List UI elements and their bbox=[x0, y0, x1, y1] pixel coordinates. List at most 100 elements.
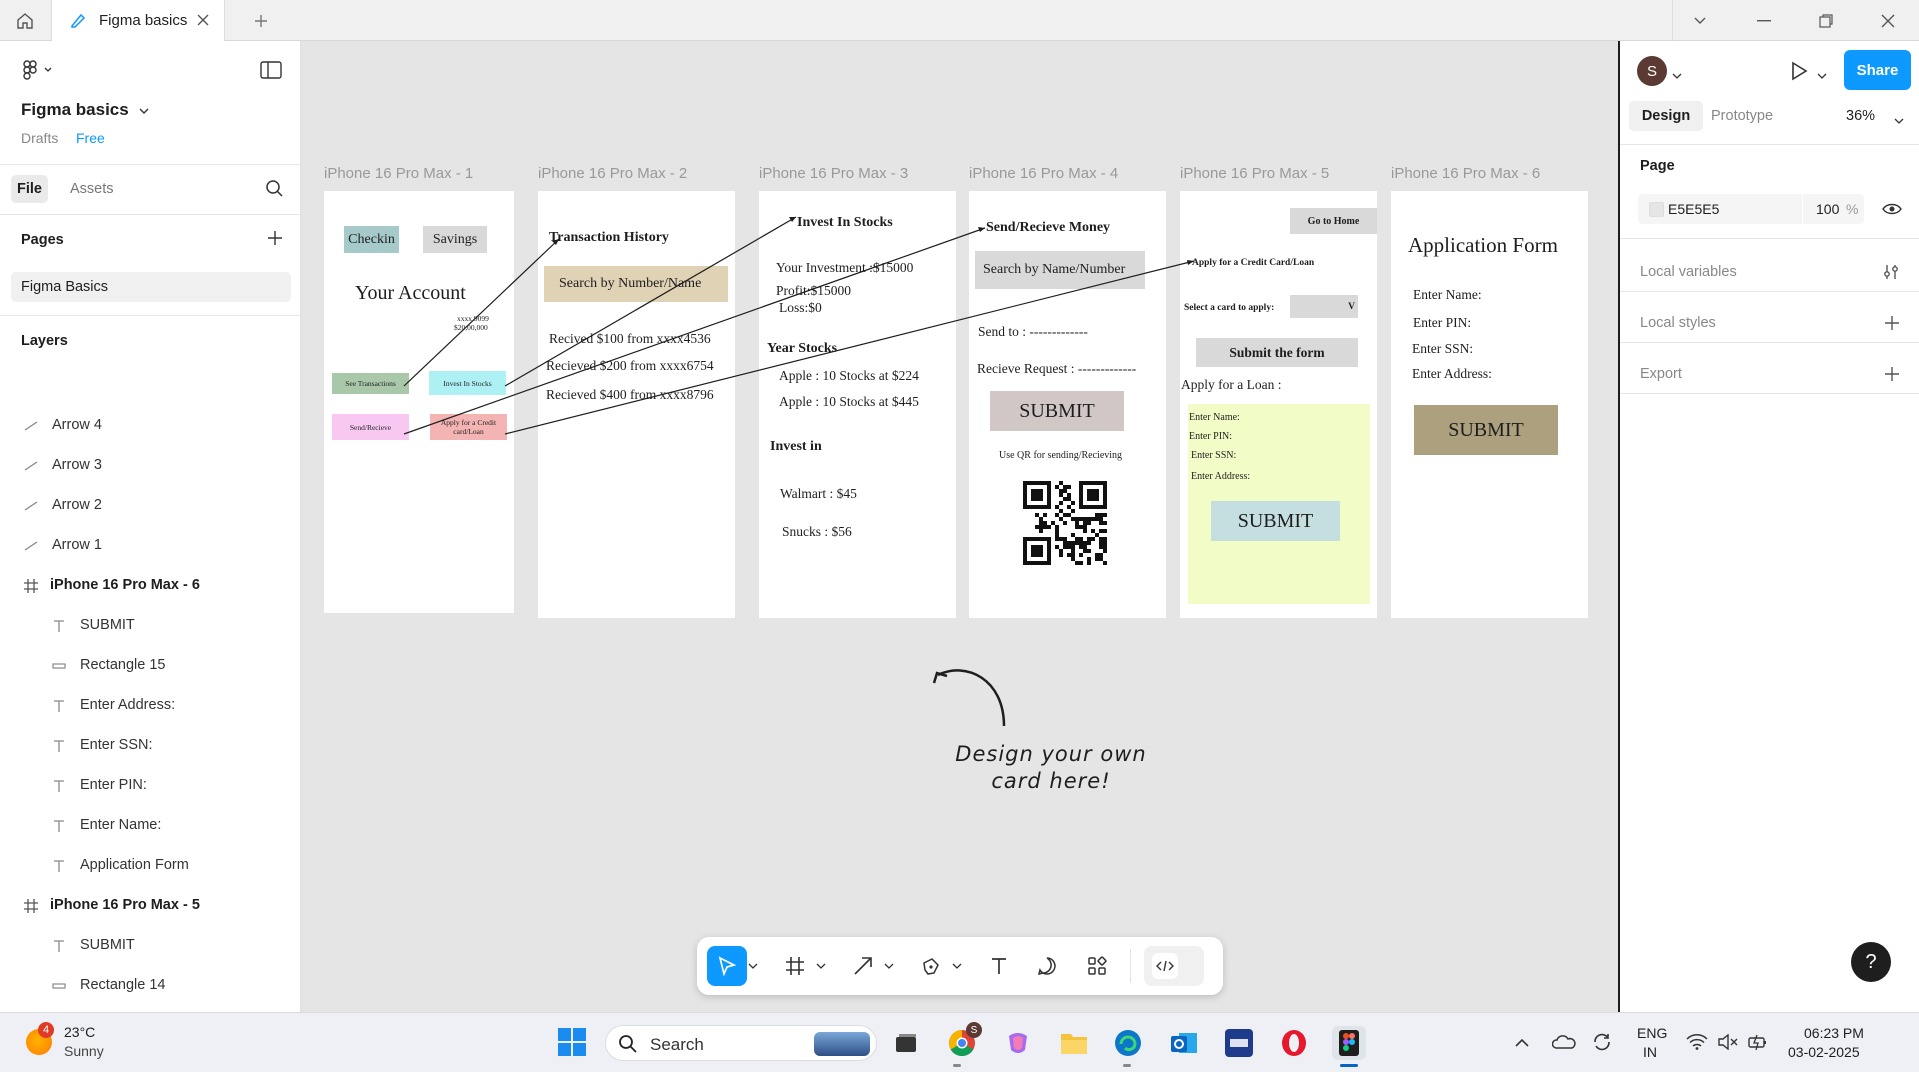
layer-item[interactable]: Rectangle 14 bbox=[0, 966, 300, 1006]
design-note-line-1: Design your own bbox=[955, 742, 1147, 766]
curved-arrow-icon bbox=[932, 669, 1006, 727]
weather-temp[interactable]: 23°C bbox=[64, 1024, 95, 1040]
comment-tool-icon[interactable] bbox=[1027, 946, 1067, 986]
chevron-down-icon[interactable] bbox=[138, 103, 150, 121]
actions-tool-icon[interactable] bbox=[1077, 946, 1117, 986]
outlook-icon[interactable] bbox=[1167, 1026, 1201, 1060]
layer-item[interactable]: iPhone 16 Pro Max - 6 bbox=[0, 566, 300, 606]
main-menu-button[interactable] bbox=[22, 59, 54, 86]
tab-design[interactable]: Design bbox=[1629, 101, 1703, 131]
dev-mode-toggle[interactable] bbox=[1144, 946, 1204, 986]
language-region[interactable]: IN bbox=[1643, 1044, 1657, 1060]
design-note-line-2: card here! bbox=[991, 769, 1111, 793]
frame-tool-icon[interactable] bbox=[775, 946, 815, 986]
layer-item[interactable]: Application Form bbox=[0, 846, 300, 886]
plan-badge[interactable]: Free bbox=[76, 130, 105, 146]
new-tab-button[interactable] bbox=[246, 6, 276, 36]
layer-item[interactable]: SUBMIT bbox=[0, 606, 300, 646]
onedrive-icon[interactable] bbox=[1551, 1034, 1576, 1055]
canvas[interactable]: iPhone 16 Pro Max - 1 iPhone 16 Pro Max … bbox=[301, 41, 1618, 1012]
arrow-tool-icon[interactable] bbox=[843, 946, 883, 986]
clock-time[interactable]: 06:23 PM bbox=[1804, 1025, 1864, 1041]
add-page-icon[interactable] bbox=[267, 230, 283, 251]
opera-icon[interactable] bbox=[1277, 1026, 1311, 1060]
task-view-icon[interactable] bbox=[889, 1026, 923, 1060]
layer-item[interactable]: Enter Name: bbox=[0, 806, 300, 846]
avatar[interactable]: S bbox=[1637, 56, 1667, 86]
battery-charging-icon[interactable] bbox=[1747, 1032, 1769, 1057]
rectangle-layer-icon bbox=[51, 658, 67, 674]
zoom-chevron-icon[interactable] bbox=[1894, 112, 1904, 130]
drafts-link[interactable]: Drafts bbox=[21, 130, 58, 146]
present-chevron-icon[interactable] bbox=[1817, 67, 1827, 85]
help-button[interactable]: ? bbox=[1851, 942, 1891, 982]
share-button[interactable]: Share bbox=[1844, 50, 1911, 90]
arrow-4[interactable] bbox=[504, 260, 1195, 435]
color-swatch[interactable] bbox=[1649, 202, 1664, 217]
layer-item[interactable]: Enter SSN: bbox=[0, 726, 300, 766]
clock-date[interactable]: 03-02-2025 bbox=[1788, 1044, 1860, 1060]
sync-icon[interactable] bbox=[1591, 1032, 1613, 1057]
pen-tool-chevron-icon[interactable] bbox=[949, 946, 965, 986]
present-play-icon[interactable] bbox=[1789, 60, 1809, 87]
add-export-icon[interactable] bbox=[1884, 366, 1900, 387]
tabs-dropdown-icon[interactable] bbox=[1670, 0, 1730, 41]
taskbar-search[interactable]: Search bbox=[605, 1025, 877, 1061]
tab-assets[interactable]: Assets bbox=[70, 181, 114, 197]
page-color-field[interactable]: E5E5E5 100 % bbox=[1638, 194, 1864, 224]
layer-item[interactable]: Enter Address: bbox=[0, 686, 300, 726]
file-name[interactable]: Figma basics bbox=[21, 100, 129, 120]
chrome-running-indicator bbox=[953, 1064, 961, 1067]
close-window-button[interactable] bbox=[1858, 0, 1918, 41]
tab-file[interactable]: File bbox=[11, 175, 48, 203]
home-icon[interactable] bbox=[10, 6, 40, 36]
copilot-icon[interactable] bbox=[1001, 1026, 1035, 1060]
file-tab[interactable]: Figma basics bbox=[51, 0, 225, 41]
windows-start-icon[interactable] bbox=[557, 1027, 587, 1062]
wifi-icon[interactable] bbox=[1686, 1034, 1708, 1055]
variables-icon[interactable] bbox=[1882, 263, 1900, 286]
zoom-level[interactable]: 36% bbox=[1846, 108, 1875, 124]
search-icon[interactable] bbox=[265, 179, 284, 203]
layer-item[interactable]: Arrow 4 bbox=[0, 406, 300, 446]
file-explorer-icon[interactable] bbox=[1057, 1026, 1091, 1060]
tab-prototype[interactable]: Prototype bbox=[1711, 108, 1773, 124]
layer-item[interactable]: Arrow 2 bbox=[0, 486, 300, 526]
export-heading[interactable]: Export bbox=[1640, 366, 1682, 382]
language-code[interactable]: ENG bbox=[1637, 1025, 1667, 1041]
pen-tool-icon[interactable] bbox=[911, 946, 951, 986]
show-hidden-icons[interactable] bbox=[1514, 1036, 1530, 1054]
move-tool-chevron-icon[interactable] bbox=[745, 946, 761, 986]
page-item-figma-basics[interactable]: Figma Basics bbox=[11, 272, 291, 302]
volume-muted-icon[interactable] bbox=[1717, 1033, 1739, 1055]
local-variables-heading[interactable]: Local variables bbox=[1640, 264, 1737, 280]
toggle-sidebar-icon[interactable] bbox=[260, 61, 282, 84]
arrow-tool-chevron-icon[interactable] bbox=[881, 946, 897, 986]
edge-icon[interactable] bbox=[1111, 1026, 1145, 1060]
avatar-chevron-icon[interactable] bbox=[1672, 67, 1682, 85]
figma-app-icon[interactable] bbox=[1332, 1026, 1366, 1060]
layer-item[interactable]: iPhone 16 Pro Max - 5 bbox=[0, 886, 300, 926]
right-sidebar: S Share Design Prototype 36% Page E5E5E5… bbox=[1618, 41, 1919, 1012]
page-opacity[interactable]: 100 bbox=[1816, 201, 1839, 217]
minimize-button[interactable] bbox=[1734, 0, 1794, 41]
frame-tool-chevron-icon[interactable] bbox=[813, 946, 829, 986]
local-styles-heading[interactable]: Local styles bbox=[1640, 315, 1716, 331]
visibility-eye-icon[interactable] bbox=[1882, 202, 1902, 221]
layer-item[interactable]: Arrow 3 bbox=[0, 446, 300, 486]
arrow-1[interactable] bbox=[403, 238, 560, 387]
restore-button[interactable] bbox=[1796, 0, 1856, 41]
text-tool-icon[interactable] bbox=[979, 946, 1019, 986]
arrow-2[interactable] bbox=[504, 216, 797, 387]
close-tab-icon[interactable] bbox=[194, 11, 212, 29]
page-color-hex[interactable]: E5E5E5 bbox=[1668, 201, 1719, 217]
layer-item[interactable]: Enter PIN: bbox=[0, 766, 300, 806]
layer-item[interactable]: Rectangle 15 bbox=[0, 646, 300, 686]
layer-item[interactable]: SUBMIT bbox=[0, 926, 300, 966]
add-style-icon[interactable] bbox=[1884, 315, 1900, 336]
weather-condition[interactable]: Sunny bbox=[64, 1043, 104, 1059]
prime-video-icon[interactable] bbox=[1222, 1026, 1256, 1060]
layer-item[interactable]: Arrow 1 bbox=[0, 526, 300, 566]
move-tool-icon[interactable] bbox=[707, 946, 747, 986]
arrow-3[interactable] bbox=[403, 227, 986, 435]
